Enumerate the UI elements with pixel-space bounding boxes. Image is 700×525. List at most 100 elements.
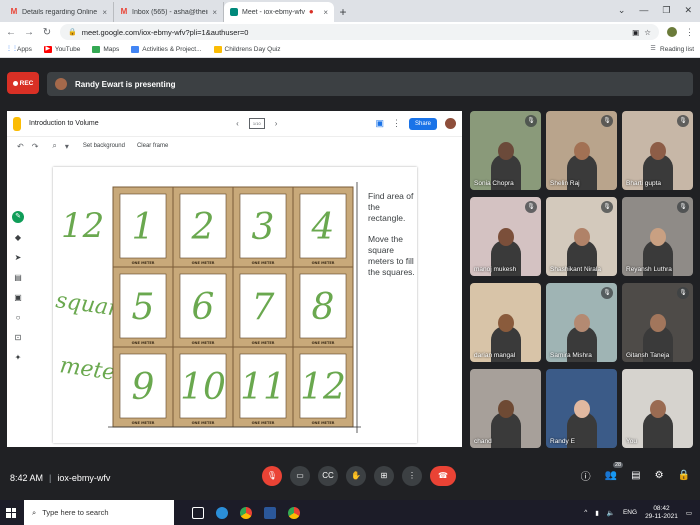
tab-search-icon[interactable]: ⌄ — [618, 5, 626, 16]
participant-face — [649, 400, 666, 418]
participant-tile[interactable]: You — [622, 369, 693, 448]
zoom-dropdown-icon[interactable]: ▾ — [65, 142, 69, 151]
present-icon[interactable]: ▣ — [375, 118, 384, 129]
bookmark-apps[interactable]: ⋮⋮ Apps — [6, 46, 32, 53]
more-options-icon[interactable]: ⋮ — [392, 118, 401, 129]
camera-icon[interactable]: ▣ — [632, 28, 639, 37]
bookmark-star-icon[interactable]: ☆ — [644, 28, 651, 37]
reading-list[interactable]: ☰ Reading list — [649, 46, 694, 53]
participant-tile[interactable]: 🎙 Shelin Raj — [546, 111, 617, 190]
close-tab-icon[interactable]: × — [212, 8, 217, 17]
activities-icon[interactable]: ⚙ — [655, 470, 664, 481]
reload-icon[interactable]: ↻ — [42, 27, 52, 38]
text-box-icon[interactable]: ⊡ — [13, 333, 23, 343]
people-icon[interactable]: 👥 28 — [605, 462, 624, 481]
participant-tile[interactable]: 🎙 Reyansh Luthra — [622, 197, 693, 276]
host-controls-icon[interactable]: 🔒 — [678, 470, 690, 481]
camera-icon[interactable]: ▭ — [290, 466, 310, 486]
clock[interactable]: 08:42 29-11-2021 — [645, 505, 678, 521]
shape-icon[interactable]: ○ — [13, 313, 23, 323]
participant-tile[interactable]: 🎙 manoj mukesh — [470, 197, 541, 276]
laser-icon[interactable]: ✦ — [13, 353, 23, 363]
participant-tile[interactable]: 🎙 Bharti gupta — [622, 111, 693, 190]
zoom-icon[interactable]: ⌕ — [52, 141, 56, 151]
tab-title: Details regarding Online Session — [22, 8, 98, 16]
bookmark-youtube[interactable]: ▶ YouTube — [43, 46, 80, 53]
participant-tile[interactable]: 🎙 Sonia Chopra — [470, 111, 541, 190]
ruler-label: ONE METER — [192, 421, 215, 425]
share-button[interactable]: Share — [408, 117, 437, 130]
browser-tab-1[interactable]: M Details regarding Online Session × — [4, 2, 114, 22]
new-tab-button[interactable]: + — [334, 2, 352, 22]
set-background-button[interactable]: Set background — [83, 143, 125, 149]
minimize-icon[interactable]: — — [639, 5, 648, 15]
select-pointer-icon[interactable]: ➤ — [13, 253, 23, 263]
meeting-code[interactable]: iox-ebmy-wfv — [57, 473, 110, 483]
participant-face — [497, 400, 514, 418]
participant-tile[interactable]: darian mangal — [470, 283, 541, 362]
bookmark-label: Childrens Day Quiz — [224, 46, 281, 53]
undo-icon[interactable]: ↶ — [17, 142, 24, 151]
present-screen-icon[interactable]: ⊞ — [374, 466, 394, 486]
jam-title[interactable]: Introduction to Volume — [29, 120, 228, 127]
square-number: 10 — [180, 367, 226, 408]
next-frame-icon[interactable]: › — [275, 119, 278, 128]
windows-start-icon[interactable] — [6, 507, 16, 518]
participant-tile[interactable]: Randy E — [546, 369, 617, 448]
menu-icon[interactable]: ⋮ — [685, 27, 694, 38]
tray-chevron-icon[interactable]: ^ — [584, 509, 587, 516]
end-call-icon[interactable]: ☎ — [430, 466, 456, 486]
language-indicator[interactable]: ENG — [623, 509, 637, 516]
ruler-label: ONE METER — [132, 341, 155, 345]
raise-hand-icon[interactable]: ✋ — [346, 466, 366, 486]
meet-control-bar: 8:42 AM | iox-ebmy-wfv 🎙 ▭ CC ✋ ⊞ ⋮ ☎ ⓘ … — [0, 458, 700, 498]
participant-tile[interactable]: chand — [470, 369, 541, 448]
eraser-icon[interactable]: ◆ — [13, 233, 23, 243]
notification-icon[interactable]: ▭ — [686, 509, 692, 517]
image-icon[interactable]: ▣ — [13, 293, 23, 303]
profile-avatar[interactable] — [667, 27, 677, 37]
close-tab-icon[interactable]: × — [323, 8, 328, 17]
prev-frame-icon[interactable]: ‹ — [236, 119, 239, 128]
info-icon[interactable]: ⓘ — [581, 468, 591, 483]
jam-canvas[interactable]: 12 square meters ONE METER 1 ONE METER 2 ONE ME… — [53, 167, 417, 443]
participant-name: Reyansh Luthra — [626, 266, 672, 273]
close-tab-icon[interactable]: × — [102, 8, 107, 17]
pen-tool-icon[interactable]: ✎ — [12, 211, 24, 223]
mic-off-icon[interactable]: 🎙 — [262, 466, 282, 486]
participant-tile[interactable]: 🎙 Samira Mishra — [546, 283, 617, 362]
lock-icon[interactable]: 🔒 — [68, 28, 77, 36]
bookmark-activities[interactable]: Activities & Project... — [131, 46, 202, 53]
participant-tile[interactable]: 🎙 Gitansh Taneja — [622, 283, 693, 362]
back-icon[interactable]: ← — [6, 27, 16, 38]
user-avatar[interactable] — [445, 118, 456, 129]
taskbar-search[interactable]: ⌕ Type here to search — [24, 500, 174, 525]
frame-indicator[interactable]: 1/10 — [248, 118, 265, 129]
volume-icon[interactable]: 🔈 — [607, 509, 615, 517]
chrome-icon[interactable] — [240, 506, 252, 519]
task-view-icon[interactable] — [192, 506, 204, 519]
clock-date: 29-11-2021 — [645, 512, 678, 520]
sticky-note-icon[interactable]: ▤ — [13, 273, 23, 283]
participant-tile[interactable]: 🎙 Shashikant Nirala — [546, 197, 617, 276]
bookmark-childrens-day[interactable]: Childrens Day Quiz — [213, 46, 281, 53]
redo-icon[interactable]: ↷ — [32, 142, 39, 151]
captions-icon[interactable]: CC — [318, 466, 338, 486]
mic-muted-icon: 🎙 — [525, 115, 537, 127]
clear-frame-button[interactable]: Clear frame — [137, 143, 168, 149]
forward-icon[interactable]: → — [24, 27, 34, 38]
browser-tab-2[interactable]: M Inbox (565) - asha@theindiansch × — [114, 2, 224, 22]
chat-icon[interactable]: ▤ — [631, 470, 640, 481]
browser-tab-3[interactable]: Meet - iox-ebmy-wfv ● × — [224, 2, 334, 22]
chrome-profile-icon[interactable] — [288, 506, 300, 519]
maximize-icon[interactable]: ❐ — [662, 5, 670, 16]
word-icon[interactable] — [264, 506, 276, 519]
network-icon[interactable]: ▮ — [595, 509, 599, 517]
recording-badge[interactable]: REC — [7, 72, 39, 94]
more-options-icon[interactable]: ⋮ — [402, 466, 422, 486]
edge-icon[interactable] — [216, 506, 228, 519]
close-window-icon[interactable]: ✕ — [684, 5, 692, 16]
bookmark-maps[interactable]: Maps — [92, 46, 119, 53]
mic-muted-icon: 🎙 — [601, 201, 613, 213]
address-bar[interactable]: 🔒 meet.google.com/iox-ebmy-wfv?pli=1&aut… — [60, 24, 659, 40]
